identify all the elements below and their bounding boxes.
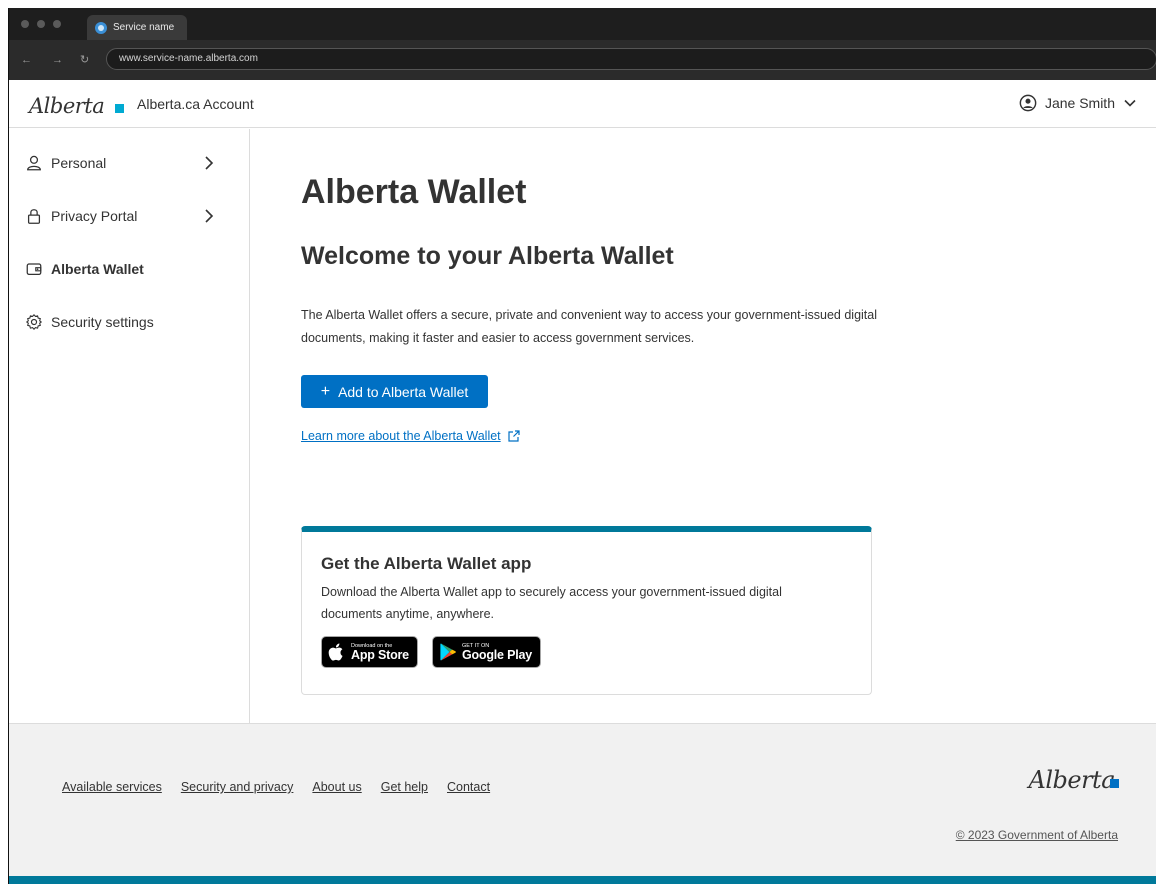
gear-icon <box>25 313 43 331</box>
app-title: Alberta.ca Account <box>137 96 254 112</box>
sidebar-item-label: Security settings <box>51 314 154 330</box>
lock-icon <box>27 209 41 224</box>
footer-link-about-us[interactable]: About us <box>312 780 361 794</box>
add-to-wallet-label: Add to Alberta Wallet <box>338 383 469 400</box>
sidebar-item-label: Alberta Wallet <box>51 261 144 277</box>
page-footer: Available services Security and privacy … <box>9 723 1156 884</box>
page-subtitle: Welcome to your Alberta Wallet <box>301 242 674 270</box>
copyright-text[interactable]: © 2023 Government of Alberta <box>956 828 1118 842</box>
user-circle-icon <box>1019 94 1037 112</box>
apple-icon <box>328 643 343 661</box>
external-link-icon <box>508 430 520 442</box>
footer-accent-bar <box>9 876 1156 884</box>
tab-title: Service name <box>113 22 175 33</box>
favicon-icon <box>95 21 107 34</box>
browser-window: Service name ← → ↻ www.service-name.albe… <box>8 8 1156 884</box>
sidebar-item-privacy-portal[interactable]: Privacy Portal <box>9 196 249 236</box>
url-field[interactable]: www.service-name.alberta.com <box>106 48 1156 70</box>
chevron-down-icon <box>1124 99 1136 107</box>
user-name: Jane Smith <box>1044 95 1115 111</box>
browser-address-bar: ← → ↻ www.service-name.alberta.com <box>9 40 1156 80</box>
alberta-logo[interactable]: Alberta <box>29 94 105 118</box>
logo-square-icon <box>115 104 124 113</box>
browser-tab-bar: Service name <box>9 8 1156 40</box>
sidebar-item-label: Personal <box>51 155 107 171</box>
page-title: Alberta Wallet <box>301 173 527 211</box>
chevron-right-icon <box>205 209 214 223</box>
sidebar-nav: Personal Privacy Portal Alberta Wallet S… <box>9 129 250 723</box>
browser-tab[interactable]: Service name <box>87 15 187 40</box>
footer-links: Available services Security and privacy … <box>62 780 490 794</box>
back-icon[interactable]: ← <box>21 55 32 66</box>
app-download-card: Get the Alberta Wallet app Download the … <box>301 526 872 695</box>
sidebar-item-security-settings[interactable]: Security settings <box>9 302 249 342</box>
footer-link-contact[interactable]: Contact <box>447 780 490 794</box>
window-maximize-dot[interactable] <box>53 20 61 28</box>
main-content: Alberta Wallet Welcome to your Alberta W… <box>250 129 1156 723</box>
card-text: Download the Alberta Wallet app to secur… <box>321 585 782 621</box>
window-minimize-dot[interactable] <box>37 20 45 28</box>
app-header: Alberta Alberta.ca Account Jane Smith <box>9 80 1156 128</box>
footer-link-available-services[interactable]: Available services <box>62 780 162 794</box>
plus-icon: + <box>320 382 331 400</box>
google-play-icon <box>440 643 456 661</box>
google-play-big-text: Google Play <box>461 647 532 662</box>
footer-link-security-and-privacy[interactable]: Security and privacy <box>181 780 294 794</box>
card-title: Get the Alberta Wallet app <box>321 554 532 573</box>
footer-logo-square-icon <box>1110 779 1119 788</box>
add-to-wallet-button[interactable]: + Add to Alberta Wallet <box>301 375 488 408</box>
wallet-icon <box>26 263 42 276</box>
sidebar-item-personal[interactable]: Personal <box>9 143 249 183</box>
sidebar-item-alberta-wallet[interactable]: Alberta Wallet <box>9 249 249 289</box>
footer-link-get-help[interactable]: Get help <box>381 780 428 794</box>
window-close-dot[interactable] <box>21 20 29 28</box>
reload-icon[interactable]: ↻ <box>80 55 89 66</box>
google-play-badge[interactable]: GET IT ON Google Play <box>431 636 541 668</box>
app-store-badge[interactable]: Download on the App Store <box>321 636 418 668</box>
user-menu[interactable]: Jane Smith <box>1019 94 1137 112</box>
app-store-big-text: App Store <box>351 647 409 662</box>
store-badges: Download on the App Store GET IT ON Goog… <box>321 636 852 668</box>
sidebar-item-label: Privacy Portal <box>51 208 138 224</box>
forward-icon[interactable]: → <box>52 55 63 66</box>
footer-alberta-logo[interactable]: Alberta <box>1029 766 1116 794</box>
intro-paragraph: The Alberta Wallet offers a secure, priv… <box>301 308 877 345</box>
learn-more-label: Learn more about the Alberta Wallet <box>301 429 501 443</box>
chevron-right-icon <box>205 156 214 170</box>
learn-more-link[interactable]: Learn more about the Alberta Wallet <box>301 429 521 443</box>
person-icon <box>27 155 41 171</box>
